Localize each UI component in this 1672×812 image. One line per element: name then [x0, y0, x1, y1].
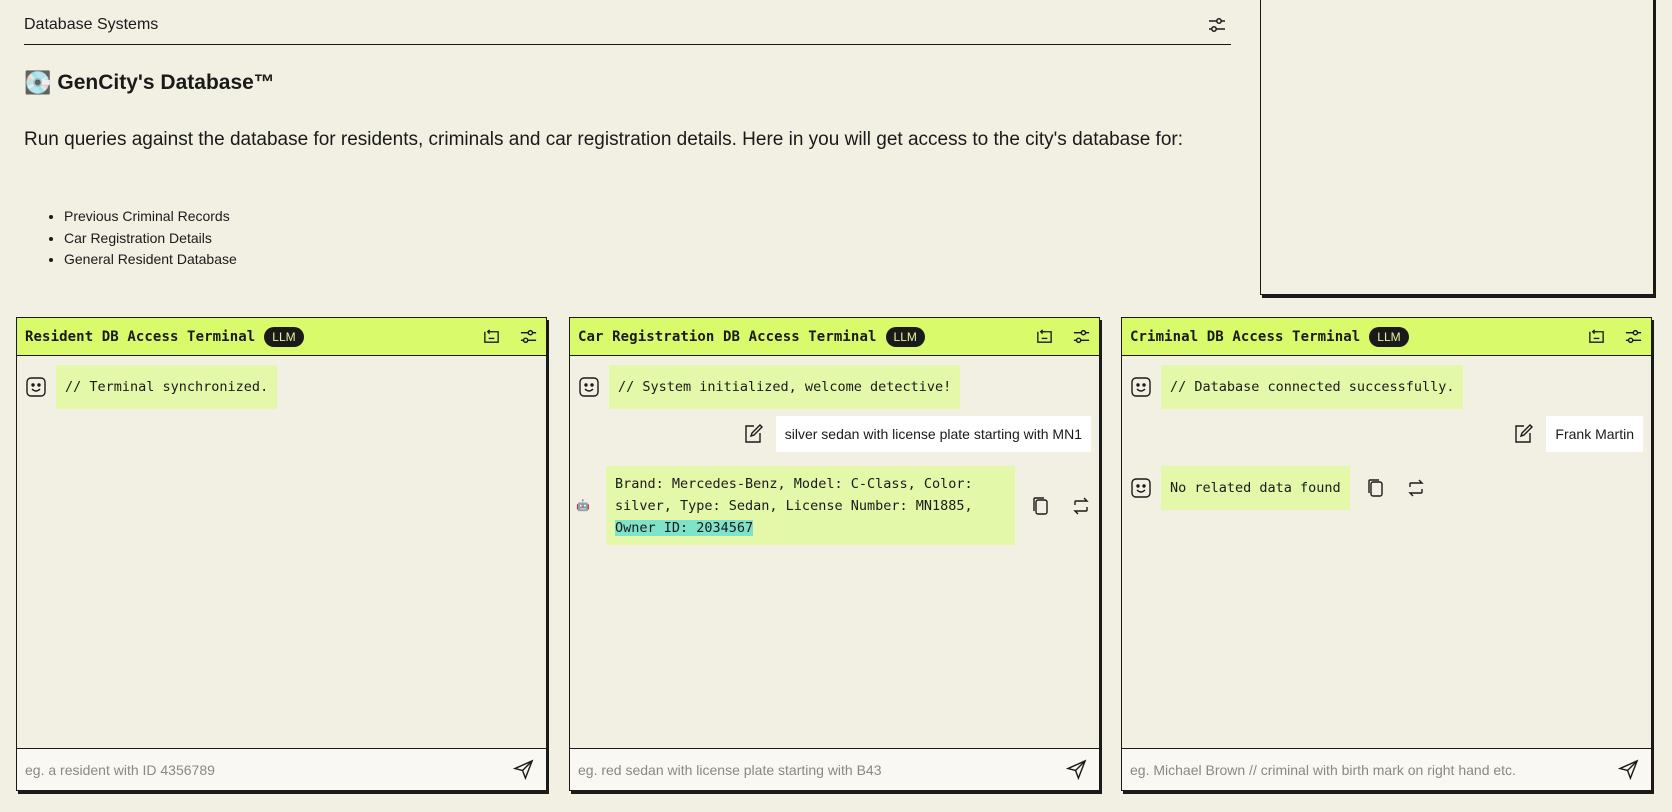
- resident-terminal: Resident DB Access Terminal LLM // Termi…: [16, 317, 547, 791]
- user-bubble: Frank Martin: [1546, 416, 1643, 452]
- page-title: 💽 GenCity's Database™: [24, 70, 275, 96]
- edit-icon[interactable]: [742, 423, 764, 445]
- llm-badge: LLM: [885, 326, 925, 347]
- settings-sliders-icon[interactable]: [1207, 15, 1227, 35]
- bot-message: 🤖 Brand: Mercedes-Benz, Model: C-Class, …: [576, 466, 1091, 545]
- robot-face-icon: [1131, 478, 1151, 498]
- terminal-header: Criminal DB Access Terminal LLM: [1122, 318, 1651, 356]
- car-registration-terminal: Car Registration DB Access Terminal LLM …: [569, 317, 1100, 791]
- terminal-header: Car Registration DB Access Terminal LLM: [570, 318, 1099, 356]
- edit-icon[interactable]: [1512, 423, 1534, 445]
- refresh-chat-icon[interactable]: [1587, 327, 1606, 346]
- list-item: General Resident Database: [64, 249, 237, 271]
- header-title: Database Systems: [24, 16, 159, 33]
- terminal-title: Car Registration DB Access Terminal: [578, 328, 877, 345]
- settings-sliders-icon[interactable]: [1624, 327, 1643, 346]
- user-message: Frank Martin: [1512, 416, 1643, 452]
- query-input[interactable]: [578, 761, 1066, 778]
- bot-bubble: No related data found: [1161, 466, 1350, 510]
- owner-id-highlight: Owner ID: 2034567: [615, 520, 754, 536]
- robot-face-icon: [26, 377, 46, 397]
- bot-message: No related data found: [1130, 466, 1426, 510]
- criminal-terminal: Criminal DB Access Terminal LLM // Datab…: [1121, 317, 1652, 791]
- chat-area: // Database connected successfully. Fran…: [1122, 356, 1651, 748]
- list-item: Previous Criminal Records: [64, 206, 237, 228]
- query-input[interactable]: [1130, 761, 1618, 778]
- bot-bubble: // System initialized, welcome detective…: [609, 365, 961, 409]
- bot-message: // System initialized, welcome detective…: [578, 365, 961, 409]
- settings-sliders-icon[interactable]: [1072, 327, 1091, 346]
- copy-icon[interactable]: [1031, 496, 1051, 516]
- chat-area: // System initialized, welcome detective…: [570, 356, 1099, 748]
- page-title-text: GenCity's Database™: [57, 71, 275, 94]
- send-icon[interactable]: [1618, 759, 1639, 780]
- terminal-header: Resident DB Access Terminal LLM: [17, 318, 546, 356]
- user-bubble: silver sedan with license plate starting…: [775, 416, 1091, 452]
- disc-icon: 💽: [24, 70, 52, 95]
- list-item: Car Registration Details: [64, 228, 237, 250]
- user-message: silver sedan with license plate starting…: [742, 416, 1091, 452]
- bot-bubble: // Terminal synchronized.: [56, 365, 278, 409]
- intro-text: Run queries against the database for res…: [24, 129, 1183, 150]
- top-header: Database Systems: [24, 0, 1231, 45]
- feature-list: Previous Criminal Records Car Registrati…: [64, 206, 237, 271]
- copy-icon[interactable]: [1366, 478, 1386, 498]
- regenerate-icon[interactable]: [1071, 496, 1091, 516]
- terminal-title: Criminal DB Access Terminal: [1130, 328, 1361, 345]
- regenerate-icon[interactable]: [1406, 478, 1426, 498]
- query-input[interactable]: [25, 761, 513, 778]
- input-bar: [570, 748, 1099, 790]
- response-line: Brand: Mercedes-Benz, Model: C-Class, Co…: [615, 476, 973, 492]
- send-icon[interactable]: [1066, 759, 1087, 780]
- refresh-chat-icon[interactable]: [1035, 327, 1054, 346]
- llm-badge: LLM: [1369, 326, 1409, 347]
- terminal-title: Resident DB Access Terminal: [25, 328, 256, 345]
- bot-bubble: Brand: Mercedes-Benz, Model: C-Class, Co…: [606, 466, 1015, 545]
- robot-face-icon: [579, 377, 599, 397]
- robot-face-icon: [1131, 377, 1151, 397]
- side-panel: [1260, 0, 1654, 295]
- settings-sliders-icon[interactable]: [519, 327, 538, 346]
- input-bar: [1122, 748, 1651, 790]
- input-bar: [17, 748, 546, 790]
- bot-bubble: // Database connected successfully.: [1161, 365, 1464, 409]
- refresh-chat-icon[interactable]: [482, 327, 501, 346]
- llm-badge: LLM: [264, 326, 304, 347]
- send-icon[interactable]: [513, 759, 534, 780]
- chat-area: // Terminal synchronized.: [17, 356, 546, 748]
- bot-message: // Terminal synchronized.: [25, 365, 278, 409]
- bot-message: // Database connected successfully.: [1130, 365, 1464, 409]
- response-line: silver, Type: Sedan, License Number: MN1…: [615, 498, 973, 514]
- robot-face-icon: 🤖: [576, 500, 590, 512]
